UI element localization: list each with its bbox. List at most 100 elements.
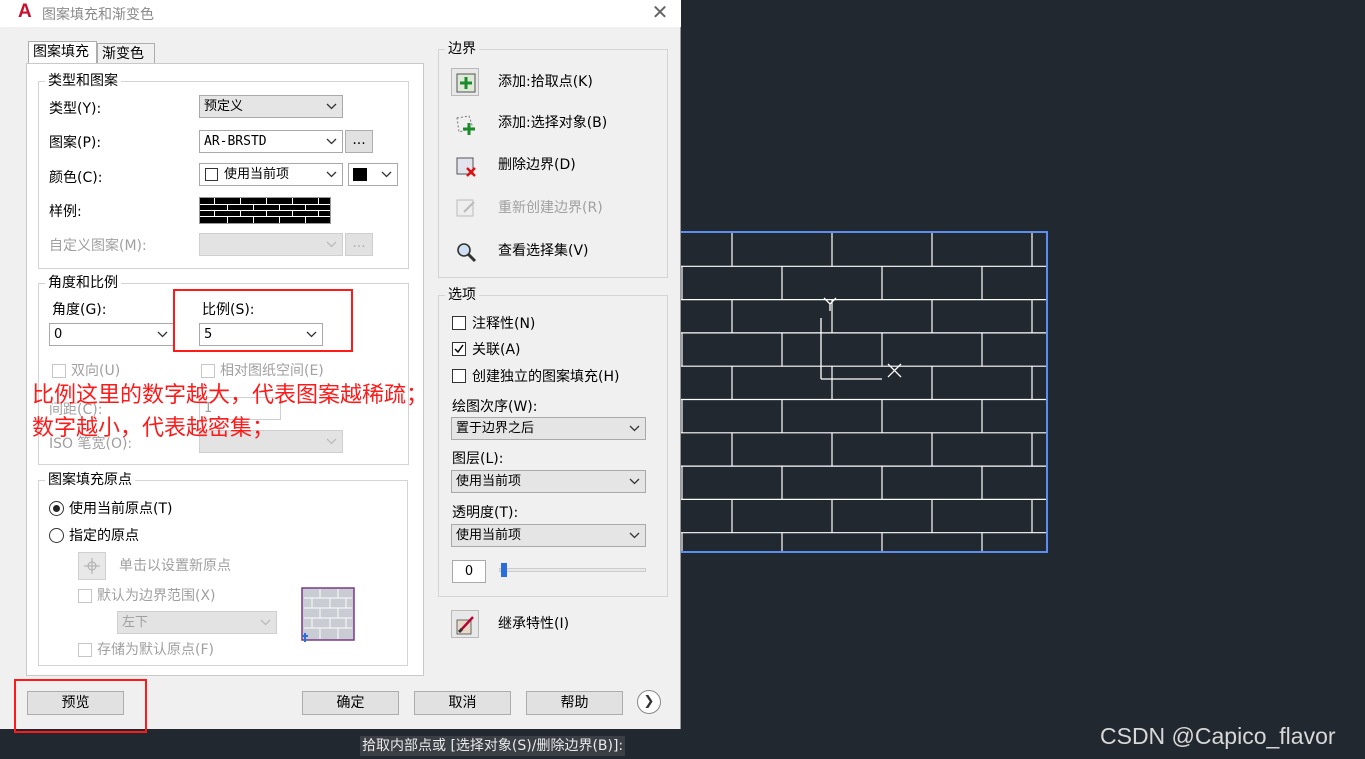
transparency-value: 0 [464, 564, 474, 579]
color-select[interactable]: 使用当前项 [199, 163, 343, 186]
store-default-label: 存储为默认原点(F) [97, 642, 214, 658]
use-current-origin-radio[interactable] [49, 501, 64, 516]
default-extent-label: 默认为边界范围(X) [97, 588, 216, 604]
inherit-properties-button[interactable] [451, 610, 479, 638]
add-pick-point-icon [456, 73, 476, 93]
brick-swatch-graphic [200, 198, 330, 223]
chevron-down-icon [326, 164, 338, 185]
annotative-checkbox[interactable] [452, 316, 466, 330]
hatch-tab-panel: 类型和图案 类型(Y): 预定义 图案(P): AR-BRSTD ... 颜色(… [26, 63, 424, 676]
magnifier-icon [457, 243, 477, 263]
set-origin-button[interactable] [78, 552, 106, 580]
remove-boundaries-icon [456, 157, 476, 177]
add-pick-point-label[interactable]: 添加:拾取点(K) [498, 73, 593, 91]
pattern-select[interactable]: AR-BRSTD [199, 130, 343, 153]
origin-position-select[interactable]: 左下 [117, 611, 277, 634]
recreate-boundary-button[interactable] [451, 194, 479, 222]
store-default-checkbox[interactable] [78, 643, 92, 657]
custom-pattern-label: 自定义图案(M): [49, 238, 147, 254]
tab-hatch[interactable]: 图案填充 [28, 41, 97, 63]
transparency-combo-value: 使用当前项 [456, 528, 522, 543]
add-select-objects-icon [456, 115, 475, 135]
annotation-line-2: 数字越小，代表越密集； [32, 416, 275, 441]
title-bar: A 图案填充和渐变色 ✕ [0, 0, 681, 27]
add-select-objects-label[interactable]: 添加:选择对象(B) [498, 114, 607, 132]
options-title: 选项 [445, 287, 479, 303]
custom-pattern-browse-button[interactable]: ... [345, 233, 373, 256]
transparency-slider-thumb[interactable] [501, 563, 507, 577]
pattern-browse-button[interactable]: ... [345, 130, 373, 153]
inherit-properties-label[interactable]: 继承特性(I) [498, 615, 569, 633]
type-select[interactable]: 预定义 [199, 95, 343, 118]
chevron-down-icon [260, 612, 272, 633]
double-label: 双向(U) [71, 363, 121, 379]
draw-order-value: 置于边界之后 [456, 421, 535, 436]
layer-label: 图层(L): [452, 451, 504, 467]
hatch-boundary [659, 231, 1048, 553]
draw-order-label: 绘图次序(W): [452, 399, 538, 415]
double-checkbox[interactable] [52, 364, 66, 378]
crosshair-icon [84, 558, 100, 574]
add-select-objects-button[interactable] [451, 110, 479, 138]
color-swatch-white [205, 168, 218, 181]
type-label: 类型(Y): [49, 101, 102, 117]
tab-gradient[interactable]: 渐变色 [97, 43, 155, 65]
chevron-down-icon [629, 525, 641, 546]
default-extent-checkbox[interactable] [78, 589, 92, 603]
associative-checkbox[interactable] [452, 342, 466, 356]
swatch-label: 样例: [49, 204, 82, 220]
chevron-down-icon [326, 96, 338, 117]
view-selections-button[interactable] [451, 237, 479, 265]
hatch-gradient-dialog: A 图案填充和渐变色 ✕ 图案填充 渐变色 类型和图案 类型(Y): 预定义 图… [0, 0, 681, 729]
relative-paper-checkbox[interactable] [201, 364, 215, 378]
ucs-icon [820, 297, 902, 380]
origin-preview-graphic [300, 586, 358, 644]
remove-boundaries-label[interactable]: 删除边界(D) [498, 156, 576, 174]
chevron-down-icon [326, 431, 338, 452]
color-value: 使用当前项 [224, 167, 290, 182]
associative-label: 关联(A) [472, 342, 521, 358]
angle-value: 0 [54, 327, 63, 342]
transparency-select[interactable]: 使用当前项 [451, 524, 646, 547]
specified-origin-radio[interactable] [49, 528, 64, 543]
separate-hatches-checkbox[interactable] [452, 369, 466, 383]
type-value: 预定义 [204, 99, 244, 114]
layer-value: 使用当前项 [456, 474, 522, 489]
separate-hatches-label: 创建独立的图案填充(H) [472, 369, 620, 385]
watermark: CSDN @Capico_flavor [1100, 723, 1336, 749]
help-button[interactable]: 帮助 [526, 691, 623, 715]
cancel-button[interactable]: 取消 [414, 691, 511, 715]
chevron-down-icon [381, 164, 393, 185]
chevron-down-icon [629, 471, 641, 492]
view-selections-label[interactable]: 查看选择集(V) [498, 242, 589, 260]
checkmark-icon [454, 344, 464, 354]
transparency-input[interactable]: 0 [452, 560, 486, 583]
remove-boundaries-button[interactable] [451, 152, 479, 180]
use-current-origin-label: 使用当前原点(T) [69, 501, 173, 517]
chevron-down-icon [157, 324, 169, 345]
add-pick-point-button[interactable] [451, 68, 479, 96]
layer-select[interactable]: 使用当前项 [451, 470, 646, 493]
specified-origin-label: 指定的原点 [69, 528, 139, 544]
recreate-boundary-label[interactable]: 重新创建边界(R) [498, 199, 603, 217]
chevron-down-icon [326, 131, 338, 152]
custom-pattern-select[interactable] [199, 233, 343, 256]
click-set-origin-label: 单击以设置新原点 [119, 558, 231, 574]
transparency-slider-track[interactable] [499, 568, 646, 572]
background-color-select[interactable] [348, 163, 398, 186]
pattern-value: AR-BRSTD [204, 134, 267, 149]
annotative-label: 注释性(N) [472, 316, 536, 332]
ok-button[interactable]: 确定 [302, 691, 399, 715]
boundaries-title: 边界 [445, 41, 479, 57]
pattern-swatch[interactable] [199, 197, 331, 224]
origin-title: 图案填充原点 [45, 472, 135, 488]
pattern-label: 图案(P): [49, 135, 102, 151]
color-label: 颜色(C): [49, 170, 103, 186]
more-options-button[interactable]: ❯ [637, 690, 661, 714]
dialog-title: 图案填充和渐变色 [42, 7, 154, 23]
command-line[interactable]: 拾取内部点或 [选择对象(S)/删除边界(B)]: [360, 736, 626, 756]
angle-select[interactable]: 0 [49, 323, 174, 346]
close-icon[interactable]: ✕ [650, 2, 670, 22]
scale-highlight-box [173, 289, 353, 352]
draw-order-select[interactable]: 置于边界之后 [451, 417, 646, 440]
